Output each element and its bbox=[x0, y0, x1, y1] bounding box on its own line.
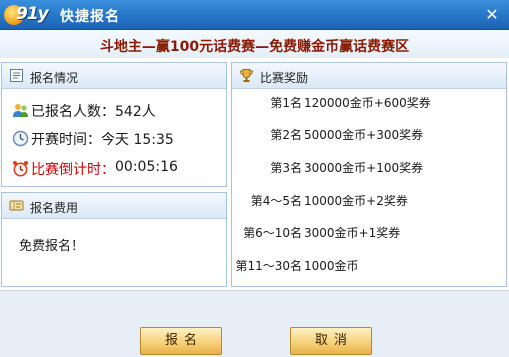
panel-header: 报名费用 bbox=[2, 193, 226, 219]
signed-up-label: 已报名人数： bbox=[31, 104, 115, 120]
match-header: 斗地主—赢100元话费赛—免费赚金币赢话费赛区 bbox=[0, 30, 509, 58]
users-icon bbox=[13, 104, 28, 117]
close-button[interactable]: ✕ bbox=[481, 4, 503, 26]
match-title: 斗地主—赢100元话费赛—免费赚金币赢话费赛区 bbox=[99, 39, 410, 55]
clock-icon bbox=[12, 130, 29, 147]
prize-reward: 50000金币+300奖券 bbox=[304, 128, 424, 142]
panel-header: 报名情况 bbox=[2, 63, 226, 89]
prize-rank: 第4～5名 bbox=[250, 194, 302, 208]
panel-header: 比赛奖励 bbox=[232, 63, 506, 89]
prize-rank: 第3名 bbox=[270, 161, 302, 175]
start-time-value: 今天 15:35 bbox=[101, 132, 174, 148]
prize-rank: 第2名 bbox=[270, 128, 302, 142]
signed-up-count: 542人 bbox=[115, 104, 156, 120]
window-title: 快捷报名 bbox=[60, 9, 120, 25]
prize-panel: 比赛奖励 第1名 120000金币+600奖券 第2名 50000金币+300奖… bbox=[231, 62, 507, 287]
alarm-clock-icon bbox=[13, 161, 28, 177]
logo-text: 91y bbox=[16, 4, 49, 24]
prize-rank: 第6～10名 bbox=[243, 226, 302, 240]
ticket-icon bbox=[9, 200, 24, 211]
prize-reward: 10000金币+2奖券 bbox=[304, 194, 408, 208]
button-bar: 报名 取消 bbox=[0, 290, 509, 357]
prize-row: 第6～10名 3000金币+1奖券 bbox=[232, 224, 508, 242]
prize-reward: 30000金币+100奖券 bbox=[304, 161, 424, 175]
fee-text: 免费报名！ bbox=[19, 239, 85, 254]
countdown-value: 00:05:16 bbox=[115, 159, 178, 175]
prize-reward: 3000金币+1奖券 bbox=[304, 226, 401, 240]
title-bar: 91y 快捷报名 ✕ bbox=[0, 0, 509, 30]
document-icon bbox=[10, 69, 23, 82]
panel-title: 比赛奖励 bbox=[260, 71, 309, 85]
trophy-icon bbox=[239, 69, 254, 82]
panel-title: 报名情况 bbox=[30, 71, 79, 85]
countdown-label: 比赛倒计时： bbox=[31, 162, 115, 178]
signup-fee-panel: 报名费用 免费报名！ bbox=[1, 192, 227, 287]
prize-row: 第3名 30000金币+100奖券 bbox=[232, 159, 508, 177]
prize-row: 第11～30名 1000金币 bbox=[232, 257, 508, 275]
signup-info-panel: 报名情况 已报名人数： 542人 开赛时间： 今天 15:35 比赛倒计时： 0… bbox=[1, 62, 227, 187]
prize-reward: 120000金币+600奖券 bbox=[304, 96, 431, 110]
close-icon: ✕ bbox=[485, 5, 499, 24]
panel-title: 报名费用 bbox=[30, 201, 79, 215]
prize-rank: 第11～30名 bbox=[235, 259, 302, 273]
signup-button[interactable]: 报名 bbox=[140, 327, 222, 355]
prize-rank: 第1名 bbox=[270, 96, 302, 110]
prize-row: 第4～5名 10000金币+2奖券 bbox=[232, 192, 508, 210]
prize-row: 第1名 120000金币+600奖券 bbox=[232, 94, 508, 112]
prize-reward: 1000金币 bbox=[304, 259, 359, 273]
app-logo: 91y bbox=[4, 4, 56, 25]
prize-row: 第2名 50000金币+300奖券 bbox=[232, 126, 508, 144]
start-time-label: 开赛时间： bbox=[31, 132, 101, 148]
cancel-button[interactable]: 取消 bbox=[290, 327, 372, 355]
